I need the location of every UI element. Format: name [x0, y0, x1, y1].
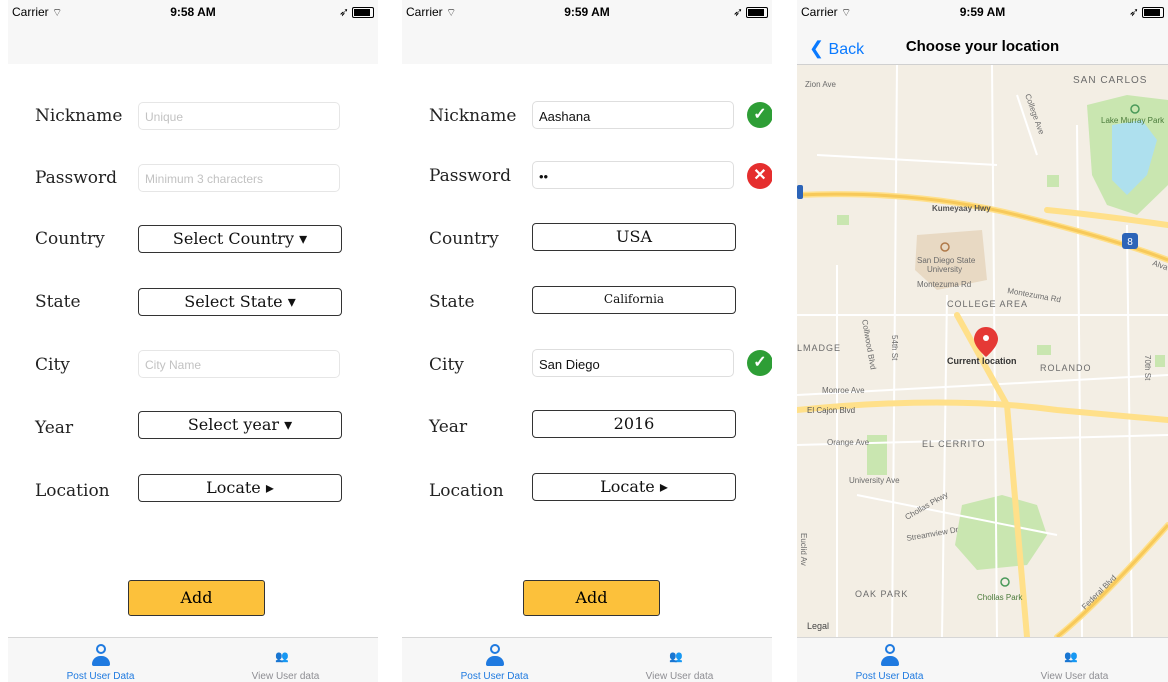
- add-button[interactable]: Add: [523, 580, 660, 616]
- password-label: Password: [429, 166, 512, 186]
- map-view[interactable]: 8 Zion Ave SAN CARLOS Lake Murray Park C…: [797, 64, 1168, 640]
- tab-bar: Post User Data 👥 View User data: [8, 637, 378, 682]
- map-label-montezuma: Montezuma Rd: [917, 280, 971, 289]
- tab-view-user-data[interactable]: 👥 View User data: [193, 638, 378, 682]
- tab-label: View User data: [1040, 671, 1109, 682]
- map-label-sdsu: San Diego State: [917, 256, 976, 265]
- page-title: Choose your location: [905, 38, 1060, 55]
- tab-view-user-data[interactable]: 👥 View User data: [982, 638, 1167, 682]
- tab-post-user-data[interactable]: Post User Data: [797, 638, 982, 682]
- select-state-button[interactable]: California: [532, 286, 736, 314]
- tab-view-user-data[interactable]: 👥 View User data: [587, 638, 772, 682]
- legal-link: Legal: [807, 621, 829, 631]
- locate-button[interactable]: Locate ▸: [532, 473, 736, 501]
- form-screen-empty: Carrier ⌔ 9:58 AM ➶ Nickname Unique Pass…: [8, 0, 378, 682]
- status-bar: Carrier ⌔ 9:59 AM ➶: [402, 0, 772, 20]
- group-icon: 👥: [1064, 651, 1078, 663]
- status-bar: Carrier ⌔ 9:58 AM ➶: [8, 0, 378, 20]
- tab-label: Post User Data: [855, 671, 924, 682]
- state-label: State: [429, 292, 475, 312]
- map-label-54th: 54th St: [890, 335, 899, 361]
- year-label: Year: [429, 417, 468, 437]
- map-label-college-area: COLLEGE AREA: [947, 299, 1028, 309]
- nickname-field[interactable]: Aashana: [532, 101, 734, 129]
- country-label: Country: [35, 229, 105, 249]
- valid-check-icon: ✓: [747, 350, 772, 376]
- map-label-san-carlos: SAN CARLOS: [1073, 75, 1147, 86]
- map-label-lake-murray: Lake Murray Park: [1101, 116, 1165, 125]
- person-icon: [92, 644, 110, 668]
- person-icon: [486, 644, 504, 668]
- map-label-chollas-park: Chollas Park: [977, 593, 1023, 602]
- map-label-monroe: Monroe Ave: [822, 386, 865, 395]
- location-arrow-icon: ➶: [338, 5, 349, 19]
- tab-bar: Post User Data 👥 View User data: [402, 637, 772, 682]
- map-label-rolando: ROLANDO: [1040, 363, 1092, 373]
- map-label-el-cerrito: EL CERRITO: [922, 439, 986, 449]
- tab-label: View User data: [645, 671, 714, 682]
- nickname-label: Nickname: [429, 106, 517, 126]
- clock: 9:59 AM: [959, 5, 1006, 19]
- map-label-kumeyaay: Kumeyaay Hwy: [932, 204, 991, 213]
- tab-post-user-data[interactable]: Post User Data: [402, 638, 587, 682]
- form-screen-filled: Carrier ⌔ 9:59 AM ➶ Nickname Aashana ✓ P…: [402, 0, 772, 682]
- select-country-button[interactable]: USA: [532, 223, 736, 251]
- battery-icon: [746, 7, 768, 19]
- tab-bar: Post User Data 👥 View User data: [797, 637, 1168, 682]
- map-label-euclid: Euclid Av: [799, 533, 808, 566]
- invalid-cross-icon: ✕: [747, 163, 772, 189]
- map-label-university: University Ave: [849, 476, 900, 485]
- tab-label: Post User Data: [460, 671, 529, 682]
- location-arrow-icon: ➶: [732, 5, 743, 19]
- map-label-sdsu-university: University: [927, 265, 962, 274]
- map-label-current-location: Current location: [947, 356, 1017, 366]
- password-field[interactable]: Minimum 3 characters: [138, 164, 340, 192]
- city-field[interactable]: City Name: [138, 350, 340, 378]
- map-label-el-cajon: El Cajon Blvd: [807, 406, 855, 415]
- select-year-button[interactable]: Select year ▾: [138, 411, 342, 439]
- password-field[interactable]: ••: [532, 161, 734, 189]
- select-year-button[interactable]: 2016: [532, 410, 736, 438]
- nickname-field[interactable]: Unique: [138, 102, 340, 130]
- map-canvas[interactable]: 8 Zion Ave SAN CARLOS Lake Murray Park C…: [797, 64, 1168, 640]
- map-label-oak-park: OAK PARK: [855, 589, 908, 599]
- tab-post-user-data[interactable]: Post User Data: [8, 638, 193, 682]
- city-label: City: [35, 355, 70, 375]
- year-label: Year: [35, 418, 74, 438]
- map-label-talmadge: LMADGE: [797, 343, 841, 353]
- map-label-zion: Zion Ave: [805, 80, 837, 89]
- location-label: Location: [429, 481, 504, 501]
- valid-check-icon: ✓: [747, 102, 772, 128]
- add-button[interactable]: Add: [128, 580, 265, 616]
- location-screen: 8 Zion Ave SAN CARLOS Lake Murray Park C…: [797, 0, 1168, 682]
- map-label-i8: 8: [1127, 237, 1133, 248]
- clock: 9:59 AM: [564, 5, 610, 19]
- location-label: Location: [35, 481, 110, 501]
- battery-icon: [1142, 7, 1164, 19]
- location-arrow-icon: ➶: [1128, 5, 1139, 19]
- person-icon: [881, 644, 899, 668]
- tab-label: Post User Data: [66, 671, 135, 682]
- state-label: State: [35, 292, 81, 312]
- battery-icon: [352, 7, 374, 19]
- select-state-button[interactable]: Select State ▾: [138, 288, 342, 316]
- clock: 9:58 AM: [170, 5, 216, 19]
- group-icon: 👥: [669, 651, 683, 663]
- nickname-label: Nickname: [35, 106, 123, 126]
- country-label: Country: [429, 229, 499, 249]
- group-icon: 👥: [275, 651, 289, 663]
- map-label-70th: 70th St: [1143, 355, 1152, 381]
- select-country-button[interactable]: Select Country ▾: [138, 225, 342, 253]
- status-bar: Carrier ⌔ 9:59 AM ➶: [797, 0, 1168, 20]
- tab-label: View User data: [251, 671, 320, 682]
- city-label: City: [429, 355, 464, 375]
- map-label-orange: Orange Ave: [827, 438, 870, 447]
- city-field[interactable]: San Diego: [532, 349, 734, 377]
- locate-button[interactable]: Locate ▸: [138, 474, 342, 502]
- password-label: Password: [35, 168, 118, 188]
